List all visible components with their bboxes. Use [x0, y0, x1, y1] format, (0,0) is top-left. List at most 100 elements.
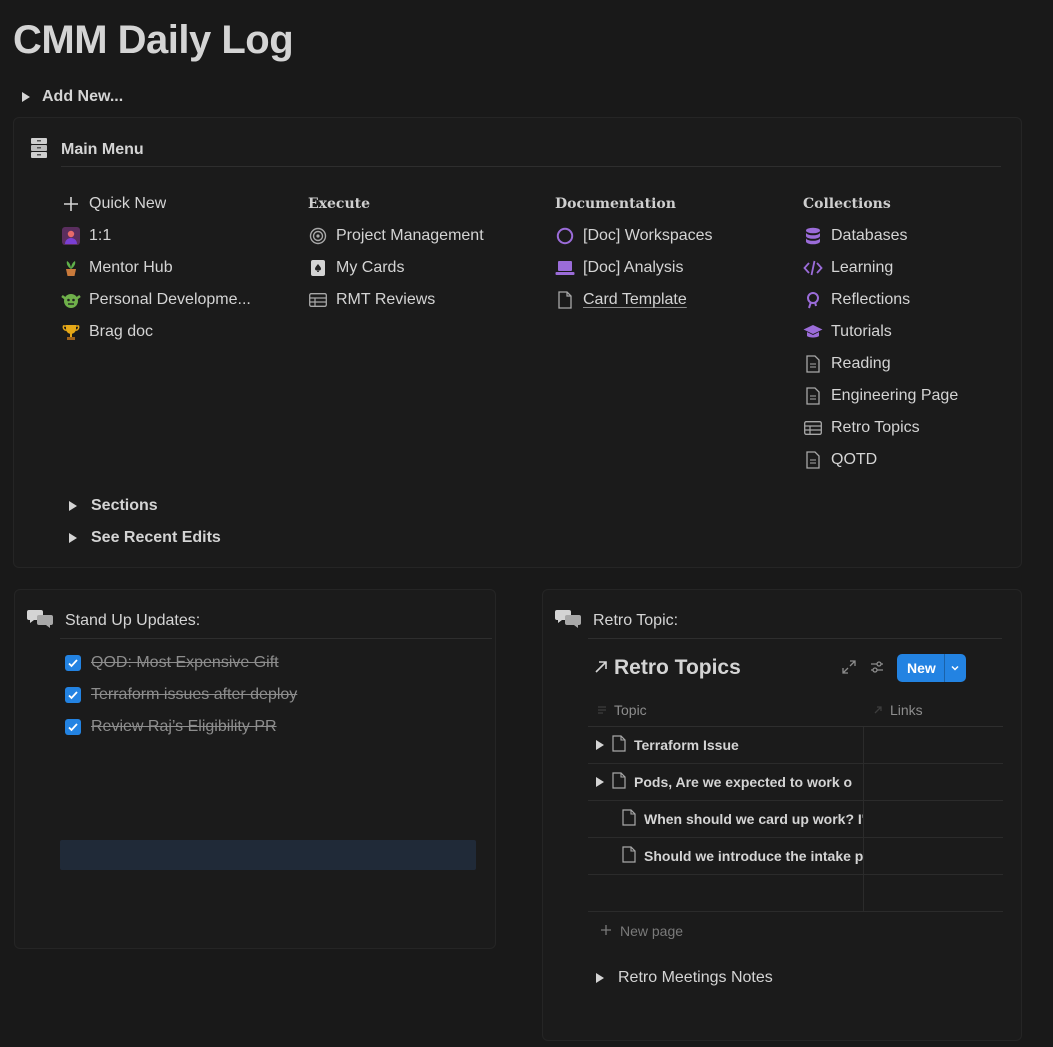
plus-icon: [61, 194, 81, 214]
menu-item-my-cards[interactable]: My Cards: [308, 252, 538, 284]
page-icon: [803, 450, 823, 470]
menu-item-reading[interactable]: Reading: [803, 348, 1013, 380]
speech-bubbles-icon: [27, 608, 53, 633]
menu-item-one-on-one[interactable]: 1:1: [61, 220, 261, 252]
menu-item-quick-new[interactable]: Quick New: [61, 188, 261, 220]
retro-title: Retro Topic:: [593, 611, 679, 629]
menu-item-engineering-page[interactable]: Engineering Page: [803, 380, 1013, 412]
page-icon: [612, 735, 626, 755]
table-icon: [803, 418, 823, 438]
menu-item-brag-doc[interactable]: Brag doc: [61, 316, 261, 348]
chevron-down-icon[interactable]: [943, 654, 966, 682]
column-header-topic[interactable]: Topic: [588, 702, 864, 718]
checkbox-checked-icon[interactable]: [65, 655, 81, 671]
relation-property-icon: [874, 705, 882, 713]
toggle-arrow-icon[interactable]: [69, 501, 77, 511]
retro-header: Retro Topic:: [555, 608, 678, 633]
page-icon: [803, 354, 823, 374]
arrow-up-right-icon: [594, 656, 608, 680]
menu-item-mentor-hub[interactable]: Mentor Hub: [61, 252, 261, 284]
thinking-icon: [803, 290, 823, 310]
table-header-row: Topic Links: [588, 693, 1003, 727]
main-menu-header: Main Menu: [29, 136, 144, 163]
page-icon: [803, 386, 823, 406]
table-icon: [308, 290, 328, 310]
topic-cell[interactable]: Pods, Are we expected to work o: [588, 764, 864, 800]
menu-item-doc-analysis[interactable]: [Doc] Analysis: [555, 252, 785, 284]
page-icon: [612, 772, 626, 792]
graduation-cap-icon: [803, 322, 823, 342]
table-row[interactable]: Pods, Are we expected to work o: [588, 764, 1003, 801]
standup-title: Stand Up Updates:: [65, 611, 201, 629]
title-property-icon: [598, 705, 606, 714]
menu-item-doc-workspaces[interactable]: [Doc] Workspaces: [555, 220, 785, 252]
todo-item[interactable]: QOD: Most Expensive Gift: [65, 647, 297, 679]
toggle-arrow-icon[interactable]: [69, 533, 77, 543]
menu-item-tutorials[interactable]: Tutorials: [803, 316, 1013, 348]
sections-toggle[interactable]: Sections: [69, 495, 158, 517]
menu-item-card-template[interactable]: Card Template: [555, 284, 785, 316]
table-row-empty[interactable]: [588, 875, 1003, 912]
topic-cell[interactable]: [588, 875, 864, 911]
topic-cell[interactable]: Should we introduce the intake p: [588, 838, 864, 874]
recent-edits-toggle[interactable]: See Recent Edits: [69, 527, 221, 549]
menu-item-retro-topics[interactable]: Retro Topics: [803, 412, 1013, 444]
empty-block-placeholder[interactable]: [60, 840, 476, 870]
add-new-toggle[interactable]: Add New...: [22, 88, 123, 106]
person-icon: [61, 226, 81, 246]
new-page-button[interactable]: New page: [600, 923, 683, 939]
speech-bubbles-icon: [555, 608, 581, 633]
toggle-arrow-icon[interactable]: [596, 973, 604, 983]
todo-item[interactable]: Review Raj’s Eligibility PR: [65, 711, 297, 743]
menu-item-rmt-reviews[interactable]: RMT Reviews: [308, 284, 538, 316]
expand-row-icon[interactable]: [596, 740, 604, 750]
circle-icon: [555, 226, 575, 246]
file-cabinet-icon: [29, 136, 49, 163]
column-header-links[interactable]: Links: [864, 702, 923, 718]
database-icon: [803, 226, 823, 246]
retro-meetings-toggle[interactable]: Retro Meetings Notes: [596, 969, 773, 987]
topic-cell[interactable]: When should we card up work? I': [588, 801, 864, 837]
table-row[interactable]: Should we introduce the intake p: [588, 838, 1003, 875]
page-icon: [622, 846, 636, 866]
expand-icon[interactable]: [842, 660, 856, 679]
main-menu-callout: Main Menu Quick New 1:1 Mentor Hub Perso…: [13, 117, 1022, 568]
menu-column-documentation: Documentation [Doc] Workspaces [Doc] Ana…: [555, 196, 785, 316]
code-icon: [803, 258, 823, 278]
retro-table: Topic Links Terraform Issue Pods, Are we…: [588, 693, 1003, 913]
menu-item-project-management[interactable]: Project Management: [308, 220, 538, 252]
menu-item-reflections[interactable]: Reflections: [803, 284, 1013, 316]
menu-column-collections: Collections Databases Learning Reflectio…: [803, 196, 1013, 476]
menu-item-databases[interactable]: Databases: [803, 220, 1013, 252]
retro-divider: [588, 638, 1002, 639]
goblin-icon: [61, 290, 81, 310]
retro-callout: Retro Topic: Retro Topics New Topic Link…: [542, 589, 1022, 1041]
standup-divider: [60, 638, 492, 639]
filter-settings-icon[interactable]: [870, 660, 884, 679]
table-row[interactable]: When should we card up work? I': [588, 801, 1003, 838]
menu-item-learning[interactable]: Learning: [803, 252, 1013, 284]
laptop-icon: [555, 258, 575, 278]
menu-column-execute: Execute Project Management My Cards RMT …: [308, 196, 538, 316]
todo-item[interactable]: Terraform issues after deploy: [65, 679, 297, 711]
potted-plant-icon: [61, 258, 81, 278]
linked-database-title[interactable]: Retro Topics: [594, 656, 741, 680]
standup-todo-list: QOD: Most Expensive Gift Terraform issue…: [65, 647, 297, 743]
menu-item-personal-development[interactable]: Personal Developme...: [61, 284, 261, 316]
toggle-arrow-icon[interactable]: [22, 92, 30, 102]
main-menu-title: Main Menu: [61, 140, 144, 158]
table-row[interactable]: Terraform Issue: [588, 727, 1003, 764]
new-entry-button[interactable]: New: [897, 654, 966, 682]
topic-cell[interactable]: Terraform Issue: [588, 727, 864, 763]
main-menu-divider: [61, 166, 1001, 167]
menu-item-qotd[interactable]: QOTD: [803, 444, 1013, 476]
documentation-heading: Documentation: [555, 196, 676, 212]
page-icon: [555, 290, 575, 310]
card-icon: [308, 258, 328, 278]
menu-column-quick: Quick New 1:1 Mentor Hub Personal Develo…: [61, 188, 261, 348]
standup-header: Stand Up Updates:: [27, 608, 200, 633]
checkbox-checked-icon[interactable]: [65, 719, 81, 735]
expand-row-icon[interactable]: [596, 777, 604, 787]
checkbox-checked-icon[interactable]: [65, 687, 81, 703]
collections-heading: Collections: [803, 196, 891, 212]
